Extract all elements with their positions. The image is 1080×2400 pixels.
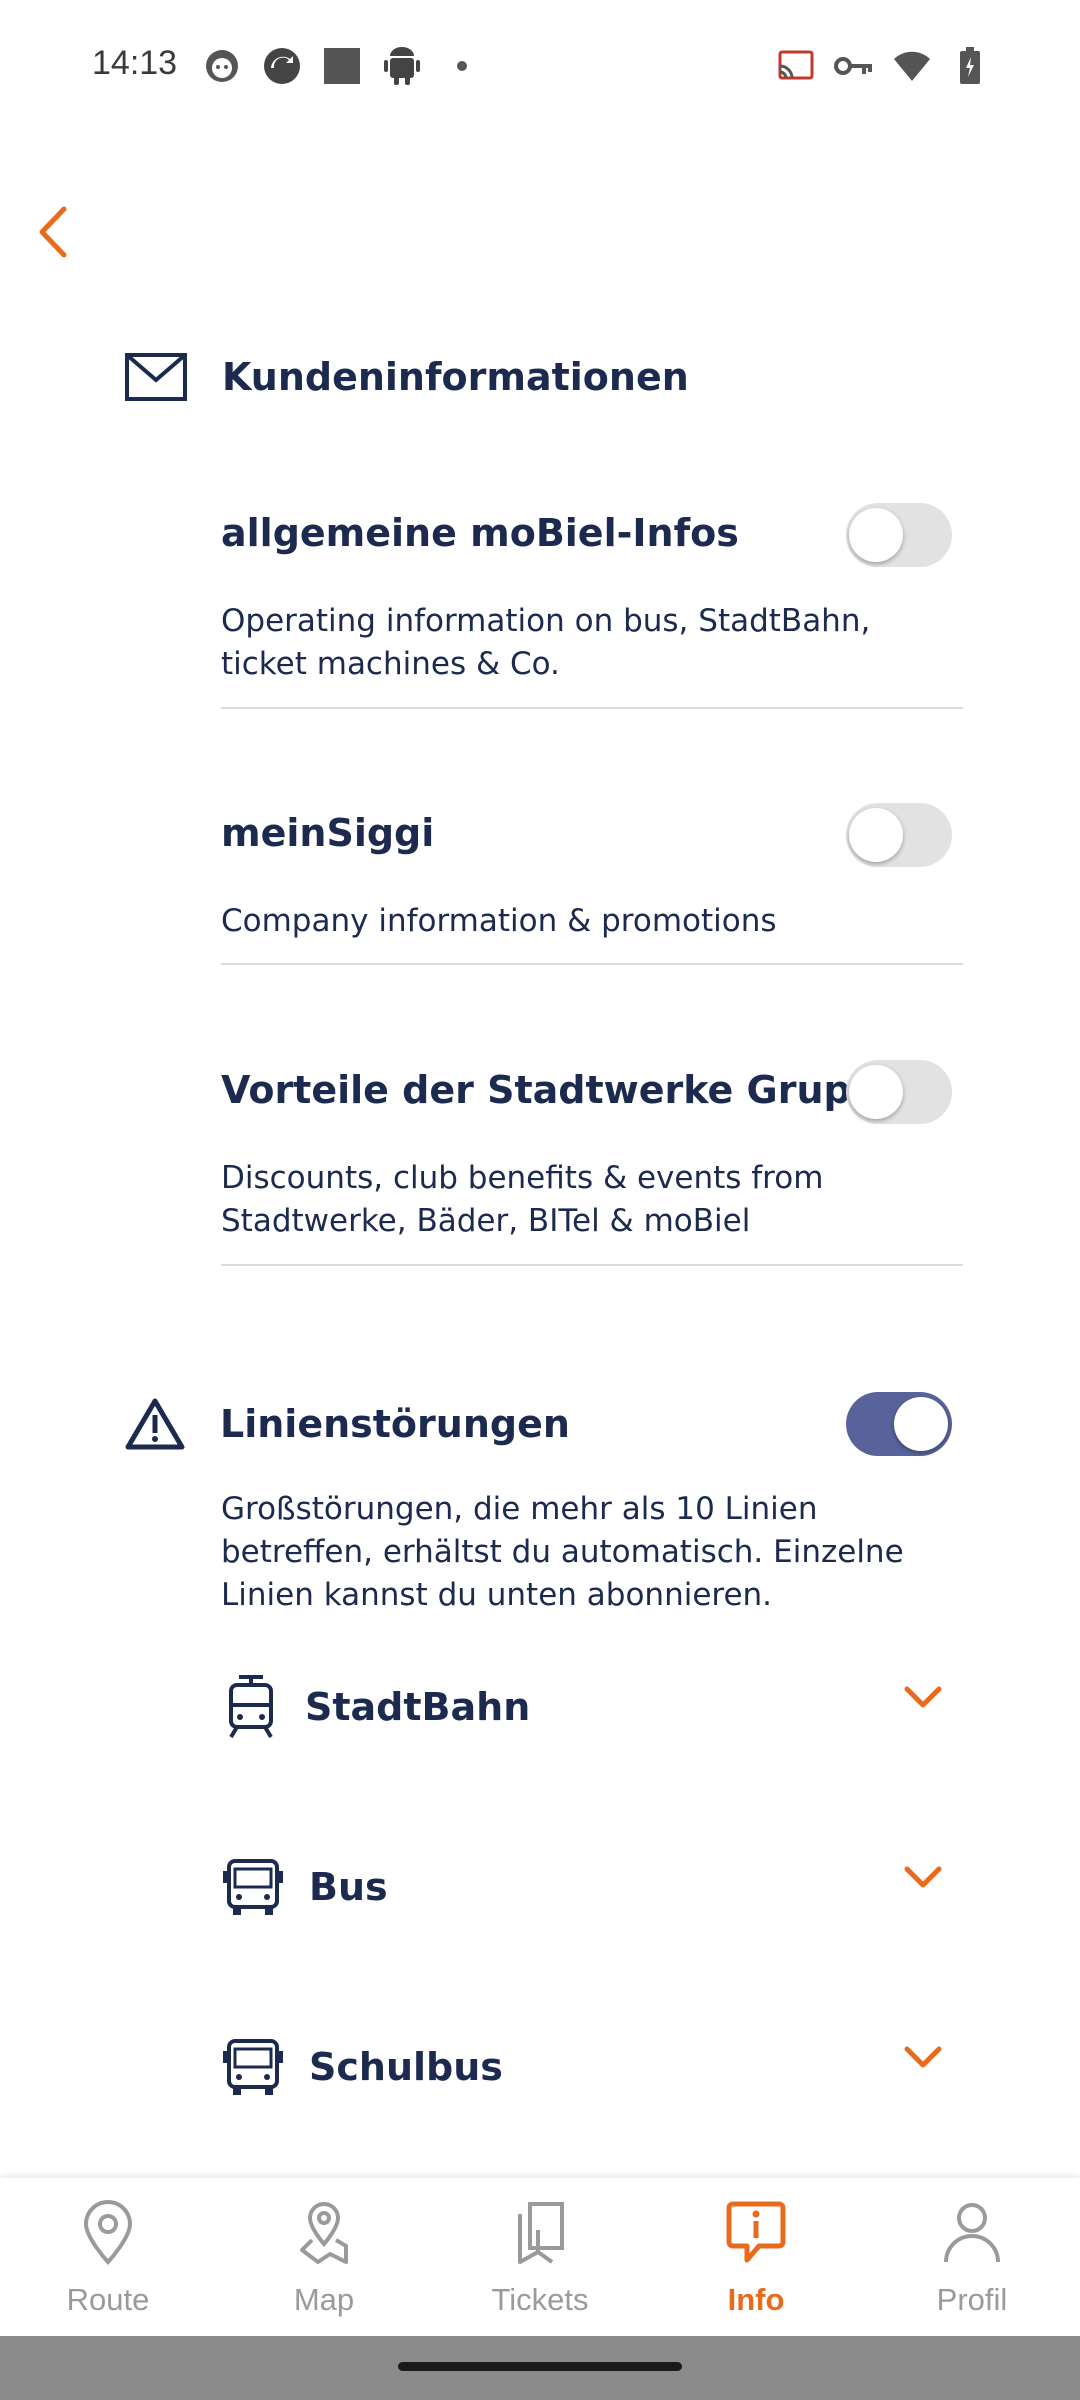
bus-icon [223, 1859, 283, 1915]
option-title: allgemeine moBiel-Infos [221, 511, 739, 555]
divider [221, 707, 963, 709]
info-bubble-icon [721, 2198, 791, 2268]
toggle-knob [849, 508, 903, 562]
general-infos-toggle[interactable] [846, 503, 952, 567]
toggle-knob [849, 1065, 903, 1119]
notification-icons [200, 44, 484, 88]
option-description: Discounts, club benefits & events from S… [221, 1160, 824, 1239]
disruptions-toggle[interactable] [846, 1392, 952, 1456]
school-bus-icon [223, 2039, 283, 2095]
tab-label: Tickets [491, 2282, 589, 2317]
dot-icon [440, 44, 484, 88]
battery-icon [948, 44, 992, 88]
section-title: Linienstörungen [220, 1402, 570, 1446]
line-label: Bus [309, 1865, 388, 1909]
square-icon [320, 44, 364, 88]
tab-info[interactable]: Info [648, 2178, 864, 2336]
option-title: meinSiggi [221, 811, 435, 855]
mail-icon [125, 353, 187, 401]
chevron-down-icon [904, 1686, 942, 1708]
line-label: StadtBahn [305, 1685, 531, 1729]
face-icon [200, 44, 244, 88]
wifi-icon [890, 44, 934, 88]
tab-profil[interactable]: Profil [864, 2178, 1080, 2336]
ticket-icon [505, 2198, 575, 2268]
line-item-schulbus[interactable]: Schulbus [221, 2017, 963, 2117]
option-description: Operating information on bus, StadtBahn,… [221, 603, 871, 682]
line-item-stadtbahn[interactable]: StadtBahn [221, 1657, 963, 1757]
chevron-down-icon [904, 2046, 942, 2068]
key-icon [832, 44, 876, 88]
option-title: Vorteile der Stadtwerke Gruppe [221, 1068, 904, 1112]
tab-route[interactable]: Route [0, 2178, 216, 2336]
option-description: Company information & promotions [221, 903, 777, 939]
toggle-knob [849, 808, 903, 862]
chevron-down-icon [904, 1866, 942, 1888]
disruptions-header: Linienstörungen [124, 1397, 570, 1451]
back-button[interactable] [36, 192, 126, 272]
status-bar: 14:13 [0, 0, 1080, 135]
warning-icon [125, 1398, 185, 1450]
divider [221, 963, 963, 965]
tab-label: Route [66, 2282, 150, 2317]
line-label: Schulbus [309, 2045, 503, 2089]
meinsiggi-toggle[interactable] [846, 803, 952, 867]
android-icon [380, 44, 424, 88]
pin-icon [73, 2198, 143, 2268]
chevron-left-icon [39, 206, 67, 258]
person-icon [937, 2198, 1007, 2268]
status-time: 14:13 [92, 44, 178, 82]
stadtwerke-benefits-toggle[interactable] [846, 1060, 952, 1124]
map-pin-icon [289, 2198, 359, 2268]
tram-icon [229, 1675, 273, 1739]
tab-label: Profil [936, 2282, 1008, 2317]
divider [221, 1264, 963, 1266]
tab-label: Map [293, 2282, 355, 2317]
sync-icon [260, 44, 304, 88]
tab-tickets[interactable]: Tickets [432, 2178, 648, 2336]
tab-map[interactable]: Map [216, 2178, 432, 2336]
disruptions-description: Großstörungen, die mehr als 10 Linien be… [221, 1491, 904, 1613]
bottom-tab-bar: Route Map Tickets Info Profil [0, 2178, 1080, 2336]
section-title: Kundeninformationen [222, 355, 689, 399]
cast-icon [774, 44, 818, 88]
tab-label: Info [727, 2282, 785, 2317]
system-icons [774, 44, 992, 88]
home-handle[interactable] [398, 2362, 682, 2371]
toggle-knob [894, 1397, 948, 1451]
line-item-bus[interactable]: Bus [221, 1837, 963, 1937]
customer-info-header: Kundeninformationen [124, 352, 689, 402]
